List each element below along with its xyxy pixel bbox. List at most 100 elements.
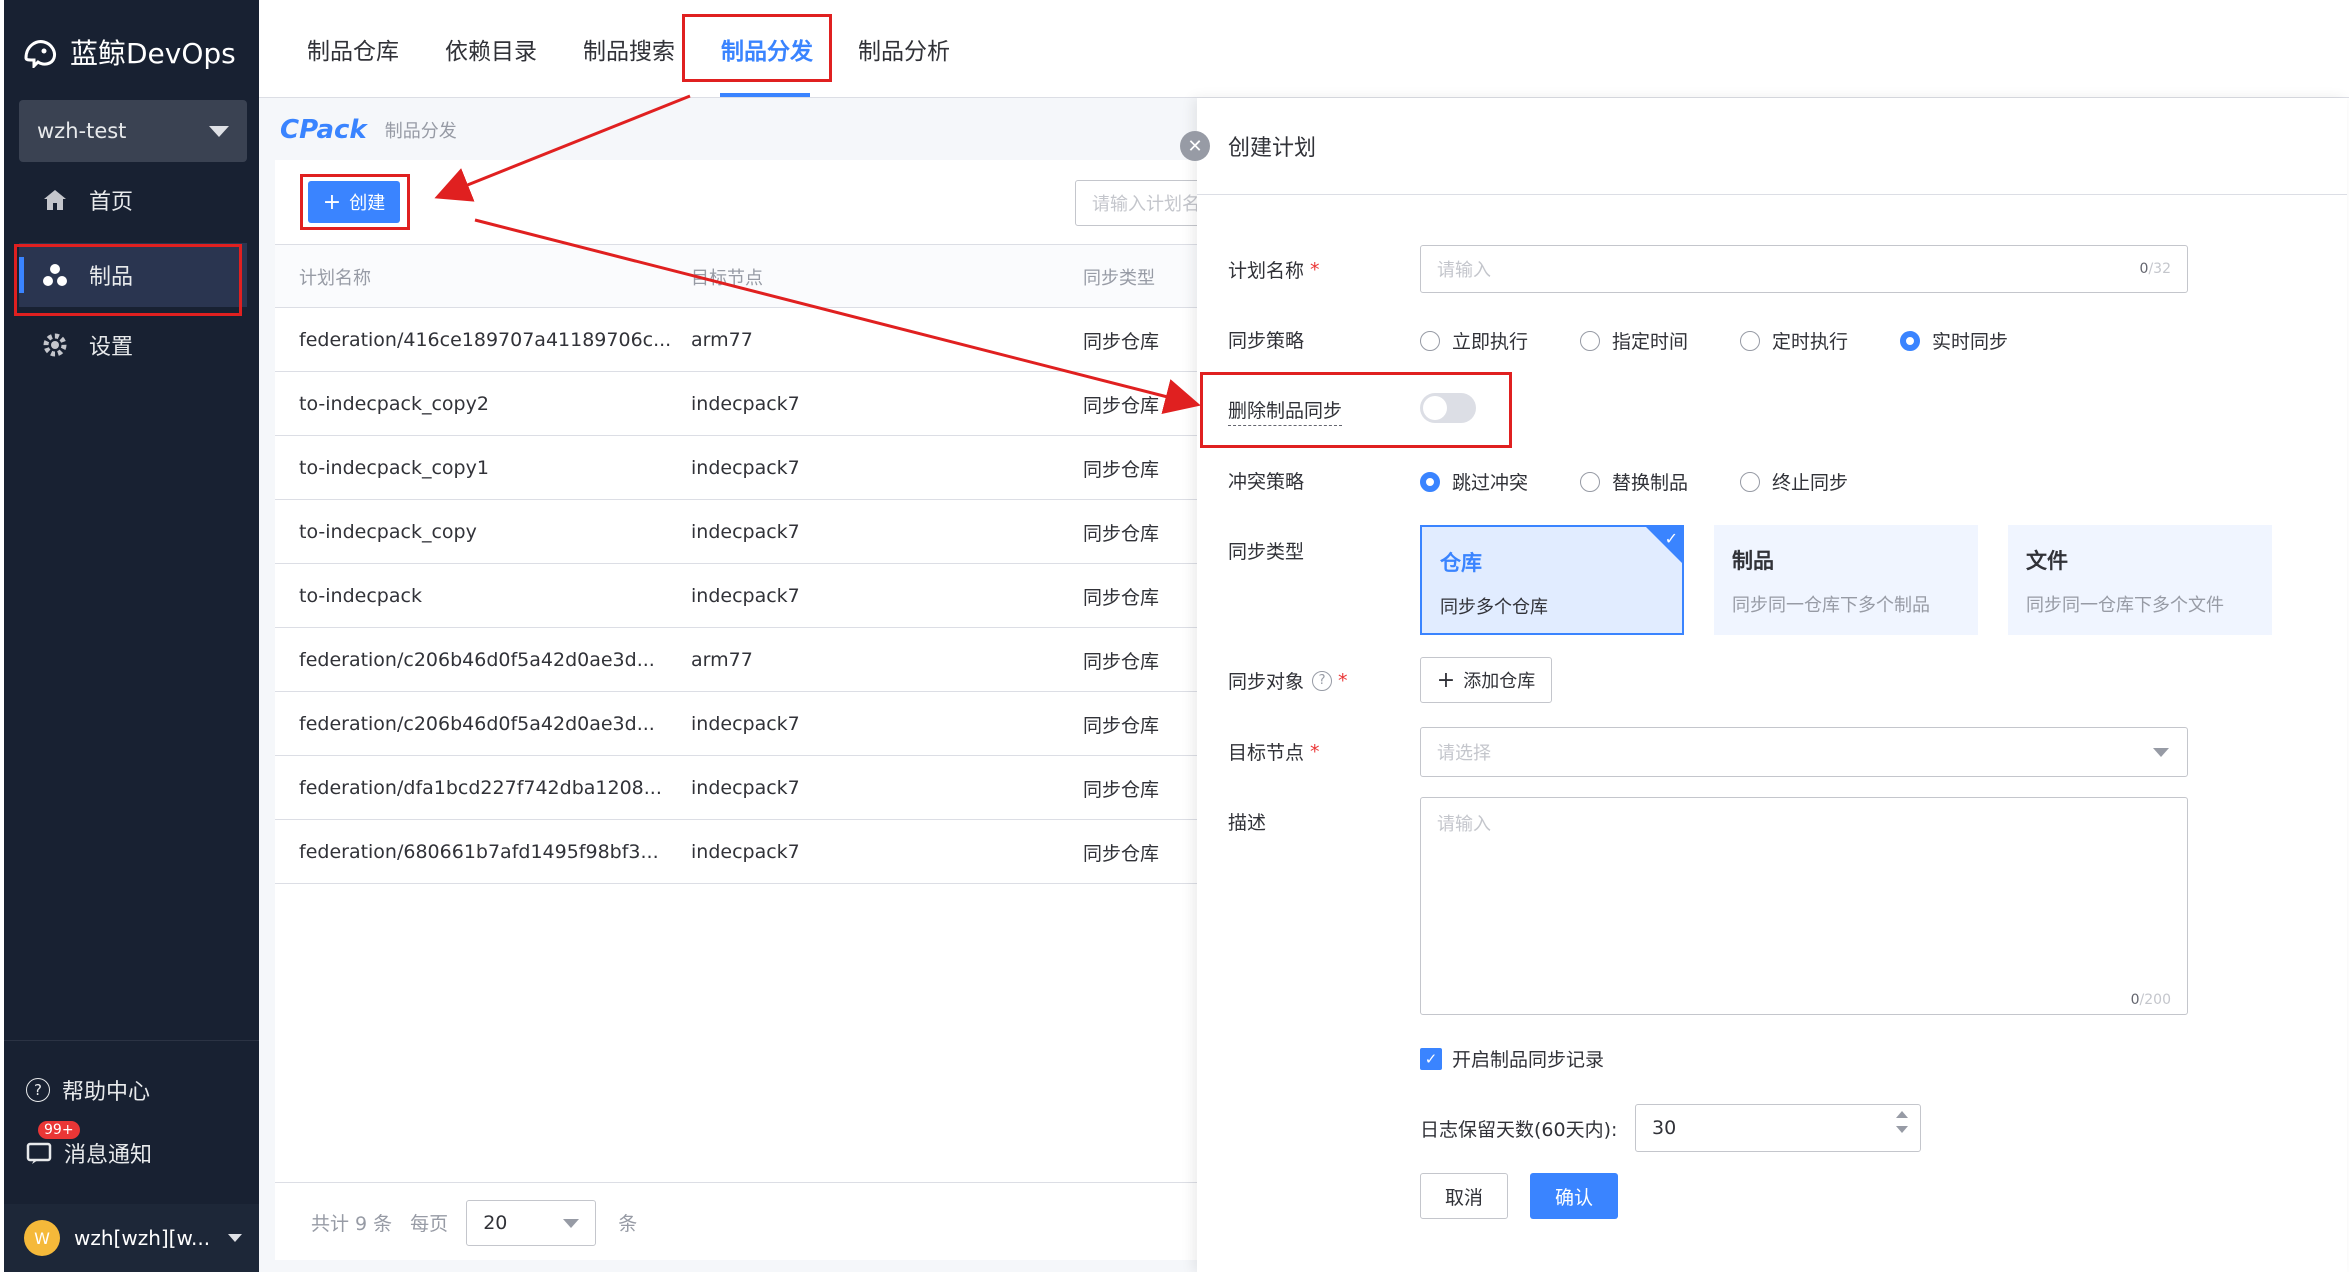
column-header[interactable]: 计划名称	[299, 245, 371, 309]
radio-label: 定时执行	[1772, 331, 1849, 353]
field-label-conflict: 冲突策略	[1228, 471, 1305, 493]
tab-artifact-repo[interactable]: 制品仓库	[307, 0, 399, 98]
card-title: 仓库	[1440, 551, 1482, 575]
cell-target-node: indecpack7	[691, 841, 800, 863]
counter-value: 0	[2130, 992, 2140, 1008]
tab-artifact-search[interactable]: 制品搜索	[583, 0, 675, 98]
check-icon: ✓	[1664, 529, 1678, 548]
field-label-strategy: 同步策略	[1228, 330, 1305, 352]
plan-search-input[interactable]: 请输入计划名	[1075, 180, 1215, 226]
notification-link[interactable]: 99+ 消息通知	[26, 1121, 152, 1169]
close-icon[interactable]: ✕	[1180, 131, 1210, 161]
add-repo-button[interactable]: + 添加仓库	[1420, 657, 1552, 703]
cell-target-node: indecpack7	[691, 777, 800, 799]
cell-plan-name[interactable]: to-indecpack_copy2	[299, 372, 489, 436]
stepper[interactable]	[1896, 1111, 1908, 1133]
sync-type-card-repo[interactable]: ✓ 仓库 同步多个仓库	[1420, 525, 1684, 635]
cell-plan-name[interactable]: federation/416ce189707a41189706c...	[299, 308, 671, 372]
target-node-select[interactable]: 请选择	[1420, 727, 2188, 777]
project-selector[interactable]: wzh-test	[19, 100, 247, 162]
help-center-link[interactable]: ? 帮助中心	[26, 1074, 150, 1106]
required-mark: *	[1310, 740, 1320, 763]
cell-plan-name[interactable]: federation/c206b46d0f5a42d0ae3d...	[299, 628, 655, 692]
cell-target-node: arm77	[691, 329, 753, 351]
pagination-unit: 条	[618, 1213, 638, 1235]
annotation-box-toggle	[1200, 372, 1512, 448]
pagination: 共计 9 条 每页 20 条	[275, 1182, 1197, 1262]
checkmark-icon: ✓	[1420, 1047, 1442, 1070]
radio-circle	[1900, 330, 1920, 351]
table-row[interactable]: to-indecpack_copy2 indecpack7 同步仓库	[275, 372, 1197, 436]
radio-strategy-cron[interactable]: 定时执行	[1740, 327, 1848, 354]
table-row[interactable]: federation/680661b7afd1495f98bf3... indec…	[275, 820, 1197, 884]
radio-circle	[1580, 471, 1600, 492]
table-row[interactable]: federation/416ce189707a41189706c... arm77…	[275, 308, 1197, 372]
cell-plan-name[interactable]: federation/dfa1bcd227f742dba1208...	[299, 756, 662, 820]
textarea-placeholder: 请输入	[1437, 814, 1491, 835]
field-label-name: 计划名称 *	[1228, 256, 1320, 283]
radio-circle	[1420, 330, 1440, 351]
counter-max: /200	[2139, 992, 2171, 1008]
description-textarea[interactable]: 请输入 0/200	[1420, 797, 2188, 1015]
tab-artifact-analysis[interactable]: 制品分析	[858, 0, 950, 98]
sync-type-card-file[interactable]: 文件 同步同一仓库下多个文件	[2008, 525, 2272, 635]
radio-circle	[1580, 330, 1600, 351]
cell-sync-type: 同步仓库	[1083, 394, 1160, 417]
radio-strategy-scheduled-time[interactable]: 指定时间	[1580, 327, 1688, 354]
active-tab-indicator	[720, 93, 810, 97]
sidebar-item-settings[interactable]: 设置	[19, 313, 247, 377]
tab-label: 制品仓库	[307, 39, 399, 65]
increment-icon[interactable]	[1896, 1111, 1908, 1118]
panel-divider	[1197, 194, 2347, 195]
radio-circle	[1740, 330, 1760, 351]
page-size-value: 20	[483, 1211, 508, 1234]
radio-strategy-realtime[interactable]: 实时同步	[1900, 327, 2008, 354]
tab-dependency-catalog[interactable]: 依赖目录	[445, 0, 537, 98]
char-counter: 0/32	[2140, 261, 2171, 277]
radio-label: 替换制品	[1612, 472, 1689, 494]
card-desc: 同步多个仓库	[1440, 597, 1548, 618]
required-mark: *	[1310, 258, 1320, 281]
home-icon	[41, 186, 69, 214]
cell-plan-name[interactable]: to-indecpack_copy	[299, 500, 477, 564]
help-icon[interactable]: ?	[1312, 670, 1333, 691]
cell-sync-type: 同步仓库	[1083, 650, 1160, 673]
brand-logo[interactable]: 蓝鲸DevOps	[22, 28, 236, 76]
question-circle-icon: ?	[26, 1078, 50, 1102]
table-row[interactable]: to-indecpack_copy indecpack7 同步仓库	[275, 500, 1197, 564]
sync-type-card-artifact[interactable]: 制品 同步同一仓库下多个制品	[1714, 525, 1978, 635]
cell-sync-type: 同步仓库	[1083, 586, 1160, 609]
radio-conflict-replace[interactable]: 替换制品	[1580, 468, 1688, 495]
cell-plan-name[interactable]: federation/680661b7afd1495f98bf3...	[299, 820, 659, 884]
plan-name-input[interactable]: 请输入 0/32	[1420, 245, 2188, 293]
table-row[interactable]: to-indecpack indecpack7 同步仓库	[275, 564, 1197, 628]
sidebar-item-home[interactable]: 首页	[19, 168, 247, 232]
field-label-description: 描述	[1228, 812, 1267, 834]
sync-record-checkbox[interactable]: ✓ 开启制品同步记录	[1420, 1045, 1604, 1072]
retention-days-input[interactable]: 30	[1635, 1104, 1921, 1152]
radio-conflict-abort[interactable]: 终止同步	[1740, 468, 1848, 495]
user-menu[interactable]: W wzh[wzh][w...	[4, 1204, 259, 1272]
table-row[interactable]: federation/c206b46d0f5a42d0ae3d... indecp…	[275, 692, 1197, 756]
cell-plan-name[interactable]: to-indecpack_copy1	[299, 436, 489, 500]
confirm-button[interactable]: 确认	[1530, 1173, 1618, 1219]
pagination-total: 共计 9 条	[311, 1213, 393, 1235]
radio-strategy-immediate[interactable]: 立即执行	[1420, 327, 1528, 354]
cell-sync-type: 同步仓库	[1083, 714, 1160, 737]
counter-max: /32	[2148, 261, 2171, 277]
cell-plan-name[interactable]: federation/c206b46d0f5a42d0ae3d...	[299, 692, 655, 756]
page-size-select[interactable]: 20	[466, 1199, 597, 1246]
chevron-down-icon	[228, 1234, 243, 1242]
cancel-button[interactable]: 取消	[1420, 1173, 1508, 1219]
cell-sync-type: 同步仓库	[1083, 778, 1160, 801]
decrement-icon[interactable]	[1896, 1126, 1908, 1133]
bluewhale-logo-icon	[24, 40, 56, 68]
column-header[interactable]: 同步类型	[1083, 245, 1155, 309]
table-row[interactable]: federation/dfa1bcd227f742dba1208... indec…	[275, 756, 1197, 820]
cell-plan-name[interactable]: to-indecpack	[299, 564, 422, 628]
input-value: 30	[1652, 1117, 1677, 1139]
table-row[interactable]: to-indecpack_copy1 indecpack7 同步仓库	[275, 436, 1197, 500]
column-header[interactable]: 目标节点	[691, 245, 763, 309]
radio-conflict-skip[interactable]: 跳过冲突	[1420, 468, 1528, 495]
table-row[interactable]: federation/c206b46d0f5a42d0ae3d... arm77 同…	[275, 628, 1197, 692]
